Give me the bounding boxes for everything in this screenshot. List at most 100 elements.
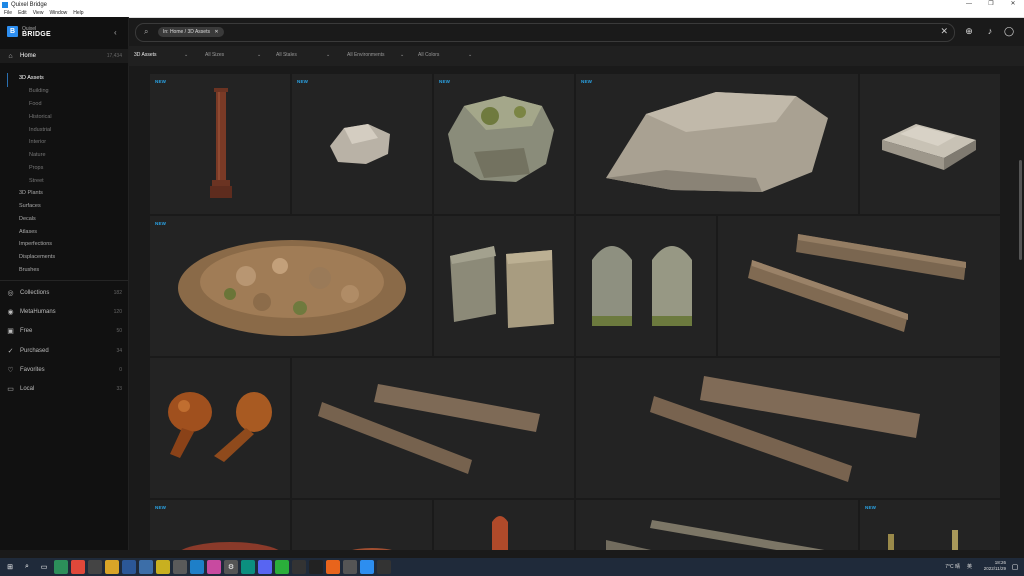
asset-tile-gravestones-flat[interactable] [434,216,574,356]
asset-tile-column[interactable]: NEW [150,74,290,214]
chevron-down-icon: ⌄ [468,52,473,58]
asset-tile-gravestones-arched[interactable] [576,216,716,356]
app-icon-6[interactable] [190,560,204,574]
blender-icon[interactable] [326,560,340,574]
maximize-button[interactable]: ❐ [980,0,1002,9]
sidebar-item-local[interactable]: ▭ Local 33 [0,382,128,396]
app-icon-3[interactable] [139,560,153,574]
sidebar-item-3d-plants[interactable]: 3D Plants [19,190,43,196]
sidebar-item-metahumans[interactable]: ◉ MetaHumans 120 [0,305,128,319]
user-icon[interactable]: ◯ [1003,25,1015,37]
sidebar-item-imperfections[interactable]: Imperfections [19,241,52,247]
asset-tile-bread-partial[interactable] [292,500,432,550]
sidebar-subitem-interior[interactable]: Interior [29,139,46,145]
clear-search-icon[interactable]: ✕ [940,26,948,37]
minimize-button[interactable]: — [958,0,980,9]
sidebar-item-collections[interactable]: ◎ Collections 182 [0,286,128,300]
sidebar-subitem-props[interactable]: Props [29,165,43,171]
menu-window[interactable]: Window [49,10,67,16]
asset-thumbnail [748,234,966,332]
app-icon-5[interactable] [173,560,187,574]
asset-thumbnail [650,376,920,482]
chip-close-icon[interactable]: ✕ [214,29,218,35]
sidebar-item-favorites[interactable]: ♡ Favorites 0 [0,363,128,377]
app-icon-9[interactable] [292,560,306,574]
filter-colors[interactable]: All Colors ⌄ [418,52,472,58]
menu-help[interactable]: Help [73,10,83,16]
sidebar-item-free[interactable]: ▣ Free 50 [0,324,128,338]
bridge-taskbar-icon[interactable] [360,560,374,574]
asset-tile-small-rock[interactable]: NEW [292,74,432,214]
sidebar-subitem-historical[interactable]: Historical [29,114,52,120]
sidebar-item-count: 33 [116,386,122,392]
app-icon-8[interactable] [241,560,255,574]
asset-thumbnail [606,92,828,192]
input-language[interactable]: 英 [967,563,972,570]
menu-view[interactable]: View [33,10,44,16]
app-icon-4[interactable] [156,560,170,574]
task-view-icon[interactable]: ▭ [37,560,51,574]
asset-tile-planks[interactable] [576,500,858,550]
start-icon[interactable]: ⊞ [3,560,17,574]
sidebar-item-displacements[interactable]: Displacements [19,254,55,260]
chrome-icon[interactable] [71,560,85,574]
menu-file[interactable]: File [4,10,12,16]
scrollbar[interactable] [1019,160,1022,260]
bell-icon[interactable]: ♪ [984,25,996,37]
app-icon-7[interactable] [207,560,221,574]
asset-tile-mossy-boulder[interactable]: NEW [434,74,574,214]
asset-tile-large-flat-rock[interactable]: NEW [576,74,858,214]
path-filter-chip[interactable]: In: Home / 3D Assets ✕ [158,27,224,37]
sidebar-subitem-building[interactable]: Building [29,88,49,94]
asset-tile-bamboo-plant[interactable]: NEW [860,500,1000,550]
asset-tile-roast-chicken-legs[interactable] [150,358,290,498]
asset-tile-stone-slab[interactable] [860,74,1000,214]
app-icon-1[interactable] [88,560,102,574]
word-icon[interactable] [122,560,136,574]
filter-environments[interactable]: All Environments ⌄ [347,52,404,58]
wechat-icon[interactable] [275,560,289,574]
asset-tile-logs-pair-small[interactable] [292,358,574,498]
sidebar-item-surfaces[interactable]: Surfaces [19,203,41,209]
discord-icon[interactable] [258,560,272,574]
filter-states[interactable]: All Stales ⌄ [276,52,330,58]
sidebar-subitem-food[interactable]: Food [29,101,42,107]
search-taskbar-icon[interactable]: ⌕ [20,560,34,574]
app-icon-12[interactable] [377,560,391,574]
app-icon-11[interactable] [343,560,357,574]
sidebar-item-count: 0 [119,367,122,373]
chevron-down-icon: ⌄ [184,52,189,58]
search-bar[interactable]: ⌕ In: Home / 3D Assets ✕ ✕ [135,23,955,42]
notification-icon[interactable]: ▢ [1008,560,1022,574]
download-icon[interactable]: ⊕ [963,25,975,37]
sidebar-subitem-street[interactable]: Street [29,178,44,184]
filter-asset-type[interactable]: 3D Assets ⌄ [134,52,188,58]
asset-tile-bread-loaf[interactable]: NEW [150,500,290,550]
bridge-logo[interactable]: B Quixel BRIDGE [7,26,51,38]
settings-icon[interactable]: ⚙ [224,560,238,574]
collapse-sidebar-icon[interactable]: ‹ [114,28,117,37]
app-icon-10[interactable] [309,560,323,574]
globe-icon: ◎ [7,290,14,297]
sidebar-item-brushes[interactable]: Brushes [19,267,39,273]
sidebar-item-home[interactable]: ⌂ Home 17,434 [0,49,128,63]
menu-edit[interactable]: Edit [18,10,27,16]
clock[interactable]: 18:26 2022/11/29 [984,560,1006,572]
sidebar-item-purchased[interactable]: ✓ Purchased 34 [0,344,128,358]
asset-tile-wooden-beams[interactable] [718,216,1000,356]
sidebar-item-label: Local [20,386,35,392]
filter-sizes[interactable]: All Sizes ⌄ [205,52,261,58]
sidebar-item-decals[interactable]: Decals [19,216,36,222]
search-icon: ⌕ [144,27,149,36]
asset-thumbnail [181,542,279,550]
asset-tile-logs-pair-large[interactable] [576,358,1000,498]
app-icon-2[interactable] [105,560,119,574]
asset-tile-rubble-pile[interactable]: NEW [150,216,432,356]
sidebar-subitem-industrial[interactable]: Industrial [29,127,51,133]
close-window-button[interactable]: ✕ [1002,0,1024,9]
sidebar-subitem-nature[interactable]: Nature [29,152,46,158]
asset-tile-sausage[interactable] [434,500,574,550]
edge-icon[interactable] [54,560,68,574]
sidebar-item-3d-assets[interactable]: 3D Assets [19,75,44,81]
sidebar-item-atlases[interactable]: Atlases [19,229,37,235]
